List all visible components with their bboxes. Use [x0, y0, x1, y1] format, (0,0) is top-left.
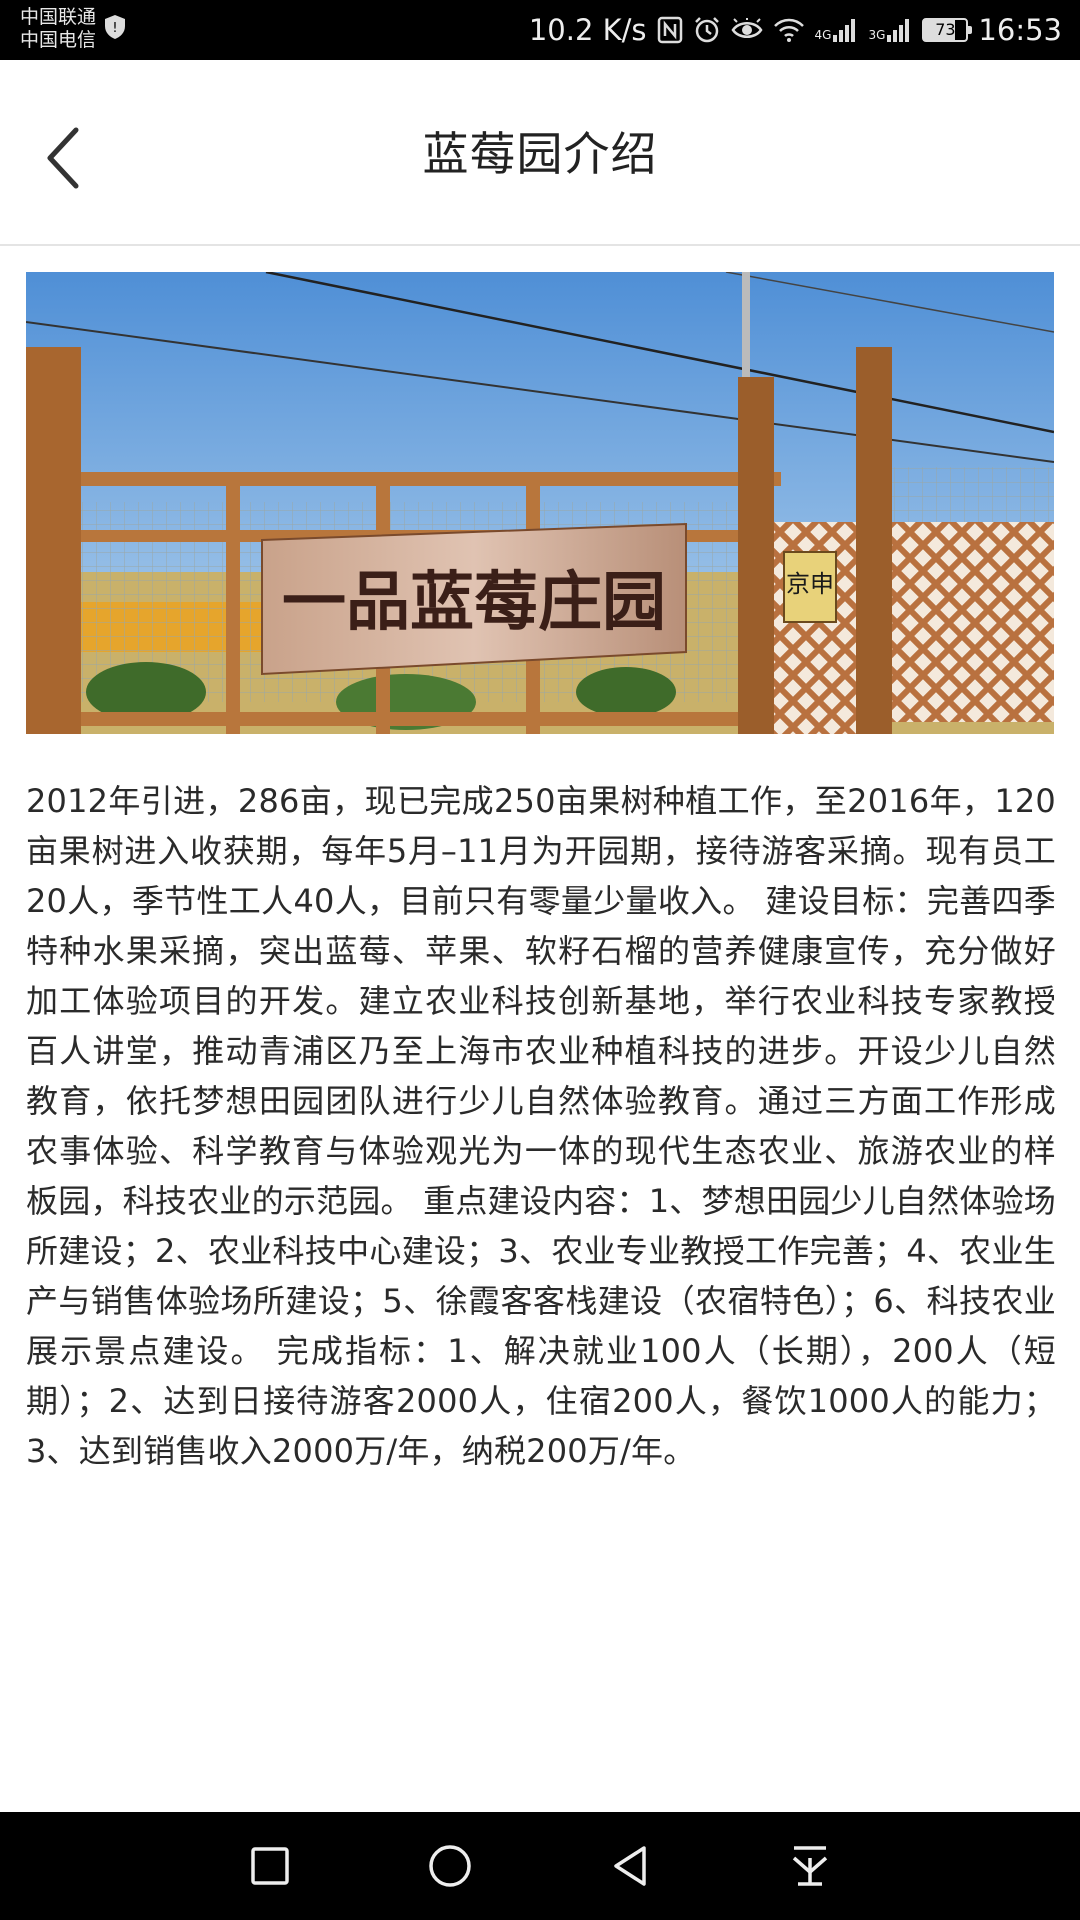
eye-icon — [731, 18, 763, 42]
battery-level: 73 — [935, 20, 956, 39]
circle-icon — [429, 1845, 471, 1887]
alarm-icon — [693, 16, 721, 44]
carrier-info: 中国联通 中国电信 — [20, 6, 96, 52]
battery-icon: 73 — [922, 18, 973, 42]
park-sign: 一品蓝莓庄园 — [282, 565, 666, 640]
home-button[interactable] — [420, 1836, 480, 1896]
notification-pulldown-button[interactable] — [780, 1836, 840, 1896]
signal-icon-2: 3G — [868, 17, 912, 43]
triangle-back-icon — [614, 1846, 646, 1886]
signal-icon-1: 4G — [815, 17, 859, 43]
page-title: 蓝莓园介绍 — [422, 127, 658, 181]
system-nav-bar — [0, 1812, 1080, 1920]
app-header: 蓝莓园介绍 — [0, 60, 1080, 246]
intro-text: 2012年引进，286亩，现已完成250亩果树种植工作，至2016年，120亩果… — [26, 782, 1056, 1470]
status-bar: 中国联通 中国电信 ! 10.2 K/s 4G 3G 73 16:53 — [0, 0, 1080, 60]
nfc-icon — [657, 16, 683, 44]
carrier-2: 中国电信 — [20, 29, 97, 51]
carrier-1: 中国联通 — [20, 6, 97, 28]
shield-icon: ! — [104, 14, 126, 44]
net-speed: 10.2 K/s — [528, 13, 647, 47]
back-nav-button[interactable] — [600, 1836, 660, 1896]
square-icon — [251, 1847, 289, 1885]
svg-text:!: ! — [112, 21, 117, 36]
hero-image: 京申 一品蓝莓庄园 — [26, 272, 1054, 734]
status-indicators: 10.2 K/s 4G 3G 73 16:53 — [529, 0, 1062, 60]
wifi-icon — [773, 17, 805, 43]
pull-down-icon — [792, 1846, 828, 1886]
clock: 16:53 — [978, 13, 1062, 47]
side-sign: 京申 — [786, 570, 834, 598]
recent-apps-button[interactable] — [240, 1836, 300, 1896]
